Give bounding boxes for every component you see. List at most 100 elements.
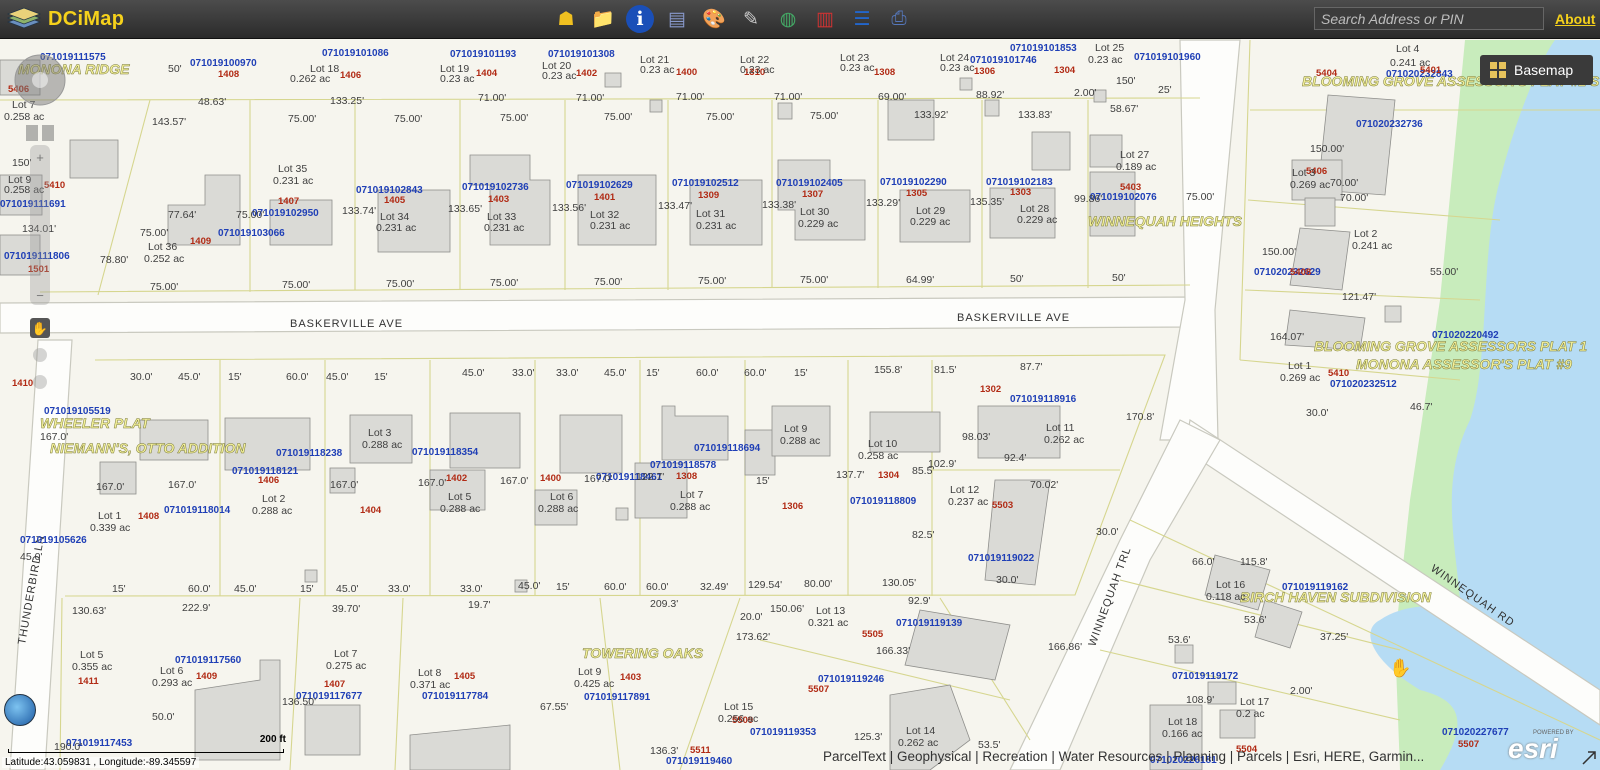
subdivision-label: MONONA ASSESSOR'S PLAT #9 (1356, 356, 1572, 372)
dimension-label: 75.00' (594, 276, 622, 288)
scale-label: 200 ft (259, 734, 286, 745)
map-canvas[interactable]: BASKERVILLE AVE BASKERVILLE AVE WINNEQUA… (0, 39, 1600, 770)
lot-label: 0.339 ac (90, 522, 130, 534)
lot-label: Lot 9 (578, 666, 602, 678)
subdivision-label: TOWERING OAKS (582, 645, 704, 661)
scale-bar-line (8, 749, 284, 753)
dimension-label: 75.00' (140, 227, 168, 239)
address-label: 1302 (980, 384, 1001, 395)
pin-label: 071019118354 (412, 447, 479, 458)
basemap-grid-icon (1490, 62, 1506, 78)
dimension-label: 143.57' (152, 116, 186, 128)
dimension-label: 71.00' (676, 91, 704, 103)
pin-label: 071019102405 (776, 178, 843, 189)
dimension-label: 70.00' (1330, 177, 1358, 189)
basemap-button[interactable]: Basemap (1480, 55, 1593, 85)
measure-tools-icon[interactable]: ✎ (737, 5, 765, 33)
dimension-label: 32.49' (700, 581, 728, 593)
address-label: 5403 (1120, 182, 1141, 193)
folder-icon[interactable]: 📁 (589, 5, 617, 33)
dimension-label: 81.5' (934, 364, 956, 376)
lot-label: 0.23 ac (1088, 54, 1122, 66)
globe-layers-icon[interactable]: ◍ (774, 5, 802, 33)
dimension-label: 167.0' (330, 479, 358, 491)
lot-label: Lot 5 (448, 491, 472, 503)
lot-label: Lot 11 (1046, 422, 1075, 434)
lot-label: 0.23 ac (740, 64, 774, 76)
dimension-label: 37.25' (1320, 631, 1348, 643)
dimension-label: 173.62' (736, 631, 770, 643)
print-icon[interactable]: ⎙ (885, 5, 913, 33)
lot-label: Lot 7 (334, 648, 358, 660)
pin-label: 071019102736 (462, 182, 529, 193)
dimension-label: 133.25' (330, 95, 364, 107)
dimension-label: 78.80' (100, 254, 128, 266)
about-link[interactable]: About (1555, 11, 1595, 27)
list-icon[interactable]: ☰ (848, 5, 876, 33)
expand-corner-icon[interactable] (1580, 749, 1598, 767)
subdivision-label: NIEMANN'S, OTTO ADDITION (50, 440, 246, 456)
lot-label: 0.288 ac (670, 501, 710, 513)
overview-globe-icon[interactable] (4, 694, 36, 726)
dimension-label: 167.0' (40, 431, 68, 443)
lot-label: 0.166 ac (1162, 728, 1202, 740)
dimension-label: 102.9' (928, 458, 956, 470)
identify-person-tool-icon[interactable]: ☗ (552, 5, 580, 33)
rotate-right-icon[interactable] (42, 125, 54, 141)
info-icon[interactable]: i (626, 5, 654, 33)
dimension-label: 222.9' (182, 602, 210, 614)
lot-label: 0.231 ac (696, 220, 736, 232)
lot-label: Lot 8 (418, 667, 442, 679)
dimension-label: 71.00' (774, 91, 802, 103)
address-label: 1309 (698, 190, 719, 201)
address-label: 5408 (1290, 267, 1311, 278)
zoom-full-icon[interactable] (33, 348, 47, 362)
dimension-label: 75.00' (800, 274, 828, 286)
address-label: 1303 (1010, 187, 1031, 198)
dimension-label: 92.9' (908, 595, 930, 607)
lot-label: 0.23 ac (640, 64, 674, 76)
dimension-label: 75.00' (150, 281, 178, 293)
dimension-label: 25' (1158, 84, 1172, 96)
dimension-label: 80.00' (804, 578, 832, 590)
dimension-label: 2.00' (1290, 685, 1312, 697)
dimension-label: 33.0' (512, 367, 534, 379)
lot-label: Lot 9 (784, 423, 808, 435)
dimension-label: 166.33' (876, 645, 910, 657)
lot-label: 0.229 ac (1017, 214, 1057, 226)
address-label: 5404 (1316, 68, 1338, 79)
zoom-in-icon[interactable]: + (36, 150, 44, 165)
lot-label: 0.231 ac (376, 222, 416, 234)
dimension-label: 75.00' (288, 113, 316, 125)
book-icon[interactable]: ▥ (811, 5, 839, 33)
app-logo[interactable]: DCiMap (6, 4, 124, 34)
address-label: 1401 (594, 192, 616, 203)
dimension-label: 67.55' (540, 701, 568, 713)
search-input[interactable] (1314, 7, 1544, 30)
lot-label: 0.229 ac (910, 216, 950, 228)
dimension-label: 166.86' (1048, 641, 1082, 653)
lot-label: 0.231 ac (484, 222, 524, 234)
lot-label: 0.288 ac (780, 435, 820, 447)
dimension-label: 15' (794, 367, 808, 379)
dimension-label: 75.00' (500, 112, 528, 124)
dimension-label: 133.83' (1018, 109, 1052, 121)
lot-label: 0.269 ac (1280, 372, 1320, 384)
locate-icon[interactable] (33, 375, 47, 389)
zoom-slider[interactable] (30, 145, 50, 305)
rotate-left-icon[interactable] (26, 125, 38, 141)
palette-icon[interactable]: 🎨 (700, 5, 728, 33)
dimension-label: 60.0' (646, 581, 668, 593)
dimension-label: 33.0' (388, 583, 410, 595)
dimension-label: 75.00' (810, 110, 838, 122)
coordinate-readout: Latitude:43.059831 , Longitude:-89.34559… (2, 757, 200, 768)
zoom-out-icon[interactable]: − (36, 288, 44, 303)
dimension-label: 75.00' (706, 111, 734, 123)
address-label: 1403 (488, 194, 509, 205)
subdivision-label: WINNEQUAH HEIGHTS (1088, 213, 1243, 229)
pin-label: 071019102290 (880, 177, 947, 188)
dimension-label: 2.00' (1074, 87, 1096, 99)
lot-label: 0.229 ac (798, 218, 838, 230)
dimension-label: 75.00' (282, 279, 310, 291)
parcel-lookup-icon[interactable]: ▤ (663, 5, 691, 33)
